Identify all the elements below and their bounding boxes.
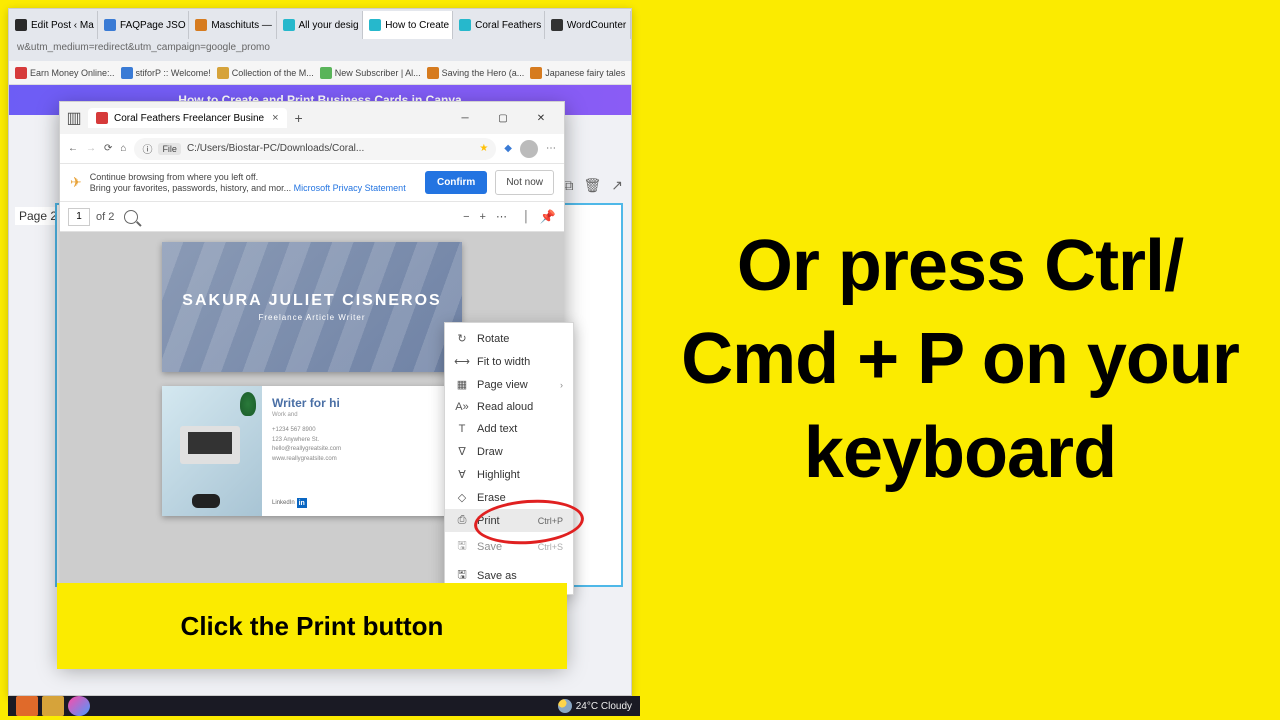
- rotate-icon: ↻: [455, 332, 469, 345]
- page-view-icon: ▦: [455, 378, 469, 391]
- highlight-icon: ∀: [455, 468, 469, 481]
- business-card-back: Writer for hi Work and +1234 567 8900 12…: [162, 386, 462, 516]
- privacy-link[interactable]: Microsoft Privacy Statement: [294, 183, 406, 193]
- bookmark[interactable]: Saving the Hero (a...: [427, 67, 525, 79]
- menu-icon[interactable]: ⋯: [546, 143, 556, 154]
- draw-icon: ∇: [455, 445, 469, 458]
- home-icon[interactable]: ⌂: [120, 143, 126, 154]
- canva-toolbar: ⧉ 🗑 ↗: [563, 177, 623, 194]
- refresh-icon[interactable]: ⟳: [104, 143, 112, 154]
- favorite-icon[interactable]: ★: [479, 143, 488, 154]
- weather-widget[interactable]: 24°C Cloudy: [558, 699, 632, 713]
- minimize-button[interactable]: ─: [446, 104, 484, 132]
- forward-icon: →: [86, 143, 96, 154]
- print-icon: ⎙: [455, 514, 469, 527]
- pin-icon[interactable]: 📌: [540, 209, 556, 225]
- menu-draw[interactable]: ∇Draw: [445, 440, 573, 463]
- instruction-label: Click the Print button: [57, 583, 567, 669]
- more-icon[interactable]: ⋯: [496, 210, 507, 223]
- browser-tabs: Edit Post ‹ Ma× FAQPage JSO× Maschituts …: [9, 9, 631, 39]
- url-bar[interactable]: w&utm_medium=redirect&utm_campaign=googl…: [9, 39, 631, 61]
- browser-notice: ✈ Continue browsing from where you left …: [60, 164, 564, 202]
- menu-erase[interactable]: ◇Erase: [445, 486, 573, 509]
- bookmarks-bar: Earn Money Online:.. stiforP :: Welcome!…: [9, 61, 631, 85]
- business-card-front: SAKURA JULIET CISNEROS Freelance Article…: [162, 242, 462, 372]
- tab[interactable]: Edit Post ‹ Ma×: [9, 11, 98, 39]
- edge-tab[interactable]: Coral Feathers Freelancer Busine ×: [88, 108, 287, 128]
- pdf-toolbar: of 2 − + ⋯ │ 📌: [60, 202, 564, 232]
- tab[interactable]: All your desig×: [277, 11, 364, 39]
- menu-rotate[interactable]: ↻Rotate: [445, 327, 573, 350]
- save-icon: 🖫: [455, 537, 469, 556]
- new-tab-icon[interactable]: +: [295, 110, 303, 126]
- instruction-text: Or press Ctrl/ Cmd + P on your keyboard: [680, 220, 1240, 501]
- menu-fit-width[interactable]: ⟷Fit to width: [445, 350, 573, 373]
- info-icon[interactable]: ⓘ: [142, 141, 152, 156]
- address-bar[interactable]: ⓘ File C:/Users/Biostar-PC/Downloads/Cor…: [134, 138, 496, 160]
- tab[interactable]: WordCounter×: [545, 11, 631, 39]
- trash-icon[interactable]: 🗑: [583, 177, 601, 194]
- page-input[interactable]: [68, 208, 90, 226]
- confirm-button[interactable]: Confirm: [425, 171, 487, 194]
- menu-page-view[interactable]: ▦Page view›: [445, 373, 573, 396]
- menu-print[interactable]: ⎙PrintCtrl+P: [445, 509, 573, 532]
- edge-window: ▥ Coral Feathers Freelancer Busine × + ─…: [59, 101, 565, 663]
- fit-width-icon: ⟷: [455, 355, 469, 368]
- background-screenshot: Edit Post ‹ Ma× FAQPage JSO× Maschituts …: [8, 8, 632, 696]
- tab-active[interactable]: How to Create×: [363, 11, 453, 39]
- close-icon[interactable]: ×: [272, 112, 278, 124]
- tab[interactable]: Maschituts —×: [189, 11, 276, 39]
- paper-plane-icon: ✈: [70, 174, 82, 191]
- taskbar-app-icon[interactable]: [68, 696, 90, 716]
- menu-highlight[interactable]: ∀Highlight: [445, 463, 573, 486]
- zoom-out-icon[interactable]: −: [463, 211, 469, 223]
- menu-add-text[interactable]: TAdd text: [445, 418, 573, 440]
- bookmark[interactable]: Japanese fairy tales: [530, 67, 625, 79]
- tab[interactable]: Coral Feathers×: [453, 11, 545, 39]
- zoom-in-icon[interactable]: +: [480, 211, 486, 223]
- search-icon[interactable]: [124, 210, 138, 224]
- menu-save[interactable]: 🖫SaveCtrl+S: [445, 532, 573, 561]
- menu-read-aloud[interactable]: A»Read aloud: [445, 396, 573, 418]
- erase-icon: ◇: [455, 491, 469, 504]
- not-now-button[interactable]: Not now: [495, 170, 554, 195]
- tab-actions-icon[interactable]: ▥: [64, 108, 84, 128]
- back-icon[interactable]: ←: [68, 143, 78, 154]
- weather-icon: [558, 699, 572, 713]
- export-icon[interactable]: ↗: [611, 177, 623, 194]
- chevron-right-icon: ›: [560, 380, 563, 390]
- close-button[interactable]: ✕: [522, 104, 560, 132]
- taskbar-app-icon[interactable]: [16, 696, 38, 716]
- bookmark[interactable]: Earn Money Online:..: [15, 67, 115, 79]
- bookmark[interactable]: New Subscriber | Al...: [320, 67, 421, 79]
- profile-icon[interactable]: [520, 140, 538, 158]
- maximize-button[interactable]: ▢: [484, 104, 522, 132]
- context-menu: ↻Rotate ⟷Fit to width ▦Page view› A»Read…: [444, 322, 574, 595]
- text-icon: T: [455, 423, 469, 435]
- windows-taskbar: 24°C Cloudy: [8, 696, 640, 716]
- tab[interactable]: FAQPage JSO×: [98, 11, 189, 39]
- read-aloud-icon: A»: [455, 401, 469, 413]
- bookmark[interactable]: stiforP :: Welcome!: [121, 67, 211, 79]
- taskbar-app-icon[interactable]: [42, 696, 64, 716]
- bookmark[interactable]: Collection of the M...: [217, 67, 314, 79]
- collections-icon[interactable]: ◆: [504, 143, 512, 154]
